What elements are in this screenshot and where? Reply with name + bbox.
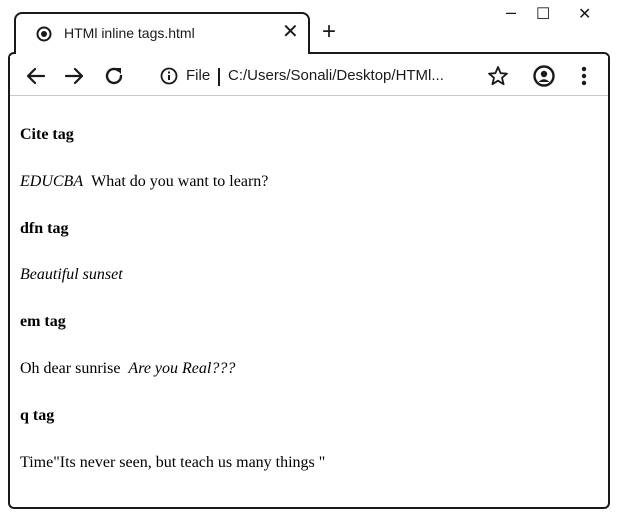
info-icon[interactable] (160, 67, 178, 85)
cite-question: What do you want to learn? (91, 173, 269, 190)
url-text[interactable]: C:/Users/Sonali/Desktop/HTMl... (228, 67, 444, 84)
kebab-menu-icon[interactable] (572, 64, 596, 88)
tab-html-inline-tags[interactable]: HTMl inline tags.html ✕ (14, 12, 310, 54)
close-window-button[interactable]: ✕ (578, 4, 591, 24)
address-separator (218, 68, 220, 86)
arrow-right-icon[interactable] (62, 64, 86, 88)
cite-heading: Cite tag (20, 126, 74, 143)
file-scheme-label: File (186, 67, 211, 84)
cite-line: EDUCBA What do you want to learn? (20, 173, 268, 191)
browser-window: HTMl inline tags.html ✕ + – ☐ ✕ File C:/… (0, 0, 620, 519)
tab-title: HTMl inline tags.html (64, 25, 195, 41)
em-plain-text: Oh dear sunrise (20, 360, 121, 377)
address-bar[interactable]: File C:/Users/Sonali/Desktop/HTMl... (148, 62, 478, 90)
em-heading: em tag (20, 313, 66, 330)
toolbar: File C:/Users/Sonali/Desktop/HTMl... (10, 56, 608, 96)
minimize-button[interactable]: – (506, 2, 516, 23)
star-icon[interactable] (486, 64, 510, 88)
arrow-left-icon[interactable] (24, 64, 48, 88)
tab-close-icon[interactable]: ✕ (282, 22, 299, 42)
account-icon[interactable] (532, 64, 556, 88)
reload-icon[interactable] (102, 64, 126, 88)
cite-text: EDUCBA (20, 173, 84, 190)
em-text: Are you Real??? (128, 360, 236, 377)
new-tab-button[interactable]: + (322, 20, 336, 44)
dfn-text: Beautiful sunset (20, 266, 123, 283)
q-heading: q tag (20, 407, 55, 424)
maximize-button[interactable]: ☐ (536, 4, 550, 24)
dfn-heading: dfn tag (20, 220, 69, 237)
globe-icon (36, 26, 52, 42)
em-line: Oh dear sunrise Are you Real??? (20, 360, 235, 378)
q-text: Time"Its never seen, but teach us many t… (20, 454, 326, 471)
